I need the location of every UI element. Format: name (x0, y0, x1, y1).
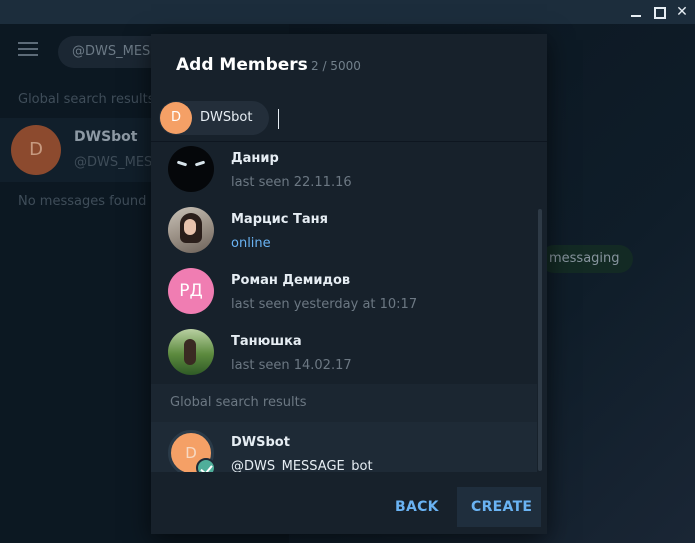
close-icon[interactable]: ✕ (670, 0, 694, 24)
contact-status: last seen 14.02.17 (231, 358, 352, 373)
chat-username: @DWS_MES (74, 155, 153, 170)
contact-status: last seen 22.11.16 (231, 175, 352, 190)
add-members-dialog: Add Members 2 / 5000 D DWSbot Данир last… (151, 34, 547, 534)
no-messages-text: No messages found (18, 194, 147, 209)
member-count: 2 / 5000 (311, 59, 361, 73)
contact-name: DWSbot (231, 435, 290, 450)
global-results-header: Global search results (151, 384, 537, 422)
contact-status: last seen yesterday at 10:17 (231, 297, 418, 312)
title-bar: ✕ (0, 0, 695, 24)
chip-label: DWSbot (200, 110, 253, 125)
contact-list[interactable]: Данир last seen 22.11.16 Марцис Таня onl… (151, 142, 547, 472)
scrollbar[interactable] (538, 209, 542, 471)
contact-row[interactable]: Марцис Таня online (151, 199, 537, 260)
selected-member-chip[interactable]: D DWSbot (159, 101, 269, 135)
contact-row[interactable]: РД Роман Демидов last seen yesterday at … (151, 260, 537, 321)
search-input-value: @DWS_MES (72, 44, 151, 59)
avatar (168, 146, 214, 192)
contact-name: Роман Демидов (231, 273, 351, 288)
avatar (168, 329, 214, 375)
chip-avatar: D (160, 102, 192, 134)
avatar: D (11, 125, 61, 175)
chat-name: DWSbot (74, 129, 138, 145)
contact-status: online (231, 236, 271, 251)
section-label: Global search results (170, 395, 307, 410)
minimize-icon[interactable] (624, 0, 648, 24)
global-result-row[interactable]: D DWSbot @DWS_MESSAGE_bot (151, 422, 537, 472)
create-button[interactable]: CREATE (457, 487, 541, 527)
contact-name: Марцис Таня (231, 212, 328, 227)
avatar (168, 207, 214, 253)
member-search-input[interactable] (278, 109, 279, 129)
service-message-text: messaging (549, 251, 620, 266)
hamburger-menu-icon[interactable] (18, 42, 38, 56)
contact-row[interactable]: Танюшка last seen 14.02.17 (151, 321, 537, 382)
contact-row[interactable]: Данир last seen 22.11.16 (151, 142, 537, 199)
back-button[interactable]: BACK (381, 487, 453, 527)
contact-username: @DWS_MESSAGE_bot (231, 459, 373, 472)
contact-name: Данир (231, 151, 279, 166)
contact-name: Танюшка (231, 334, 302, 349)
dialog-title: Add Members (176, 55, 308, 75)
maximize-icon[interactable] (647, 0, 671, 24)
avatar: РД (168, 268, 214, 314)
section-label: Global search results (18, 92, 155, 107)
check-icon (196, 458, 216, 472)
